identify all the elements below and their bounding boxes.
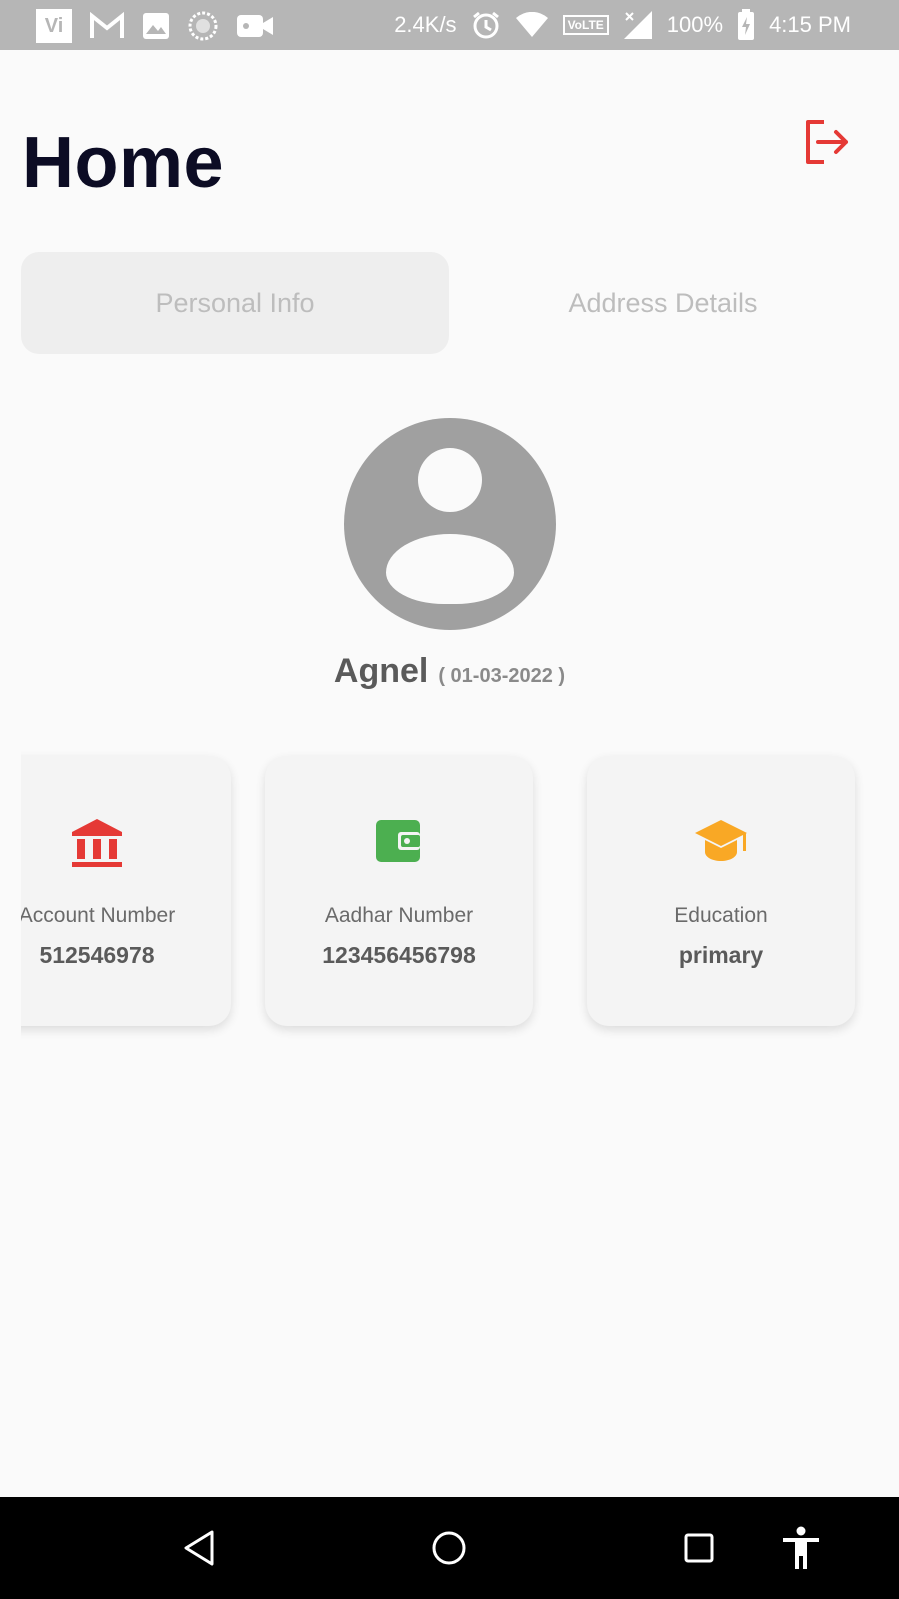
battery-charging-icon xyxy=(737,9,755,41)
gmail-icon xyxy=(90,12,124,40)
status-bar: Vi 2.4K/s VoLTE 100% 4:15 PM xyxy=(0,0,899,50)
tab-label: Personal Info xyxy=(155,287,315,318)
video-icon xyxy=(236,13,274,39)
wifi-icon xyxy=(515,12,549,38)
tab-label: Address Details xyxy=(568,287,758,318)
back-button[interactable] xyxy=(176,1525,222,1571)
recents-button[interactable] xyxy=(676,1525,722,1571)
account-number-card[interactable]: Account Number 512546978 xyxy=(21,756,231,1026)
profile-dob: ( 01-03-2022 ) xyxy=(438,665,566,687)
education-card[interactable]: Education primary xyxy=(587,756,855,1026)
profile-name-row: Agnel ( 01-03-2022 ) xyxy=(0,652,899,691)
page-title: Home xyxy=(22,123,225,203)
accessibility-button[interactable] xyxy=(778,1525,824,1571)
card-label: Aadhar Number xyxy=(324,904,474,927)
bank-icon xyxy=(21,816,231,870)
aadhar-number-card[interactable]: Aadhar Number 123456456798 xyxy=(265,756,533,1026)
home-circle-icon xyxy=(432,1531,466,1565)
logout-button[interactable] xyxy=(802,118,850,166)
tab-personal-info[interactable]: Personal Info xyxy=(21,252,449,354)
accessibility-icon xyxy=(783,1526,819,1569)
logout-icon xyxy=(806,120,848,164)
home-button[interactable] xyxy=(426,1525,472,1571)
avatar xyxy=(344,418,556,630)
wallet-icon xyxy=(265,816,533,866)
profile-name: Agnel xyxy=(333,652,429,690)
avatar-head xyxy=(418,448,482,512)
avatar-body xyxy=(386,534,514,604)
card-value: 123456456798 xyxy=(322,942,476,968)
card-value: primary xyxy=(678,942,764,968)
card-label: Education xyxy=(674,904,768,927)
info-cards-carousel[interactable]: Account Number 512546978 Aadhar Number 1… xyxy=(21,740,899,1040)
tab-address-details[interactable]: Address Details xyxy=(449,252,877,354)
sync-icon xyxy=(188,11,218,41)
net-speed: 2.4K/s xyxy=(394,12,457,37)
navigation-bar xyxy=(0,1497,899,1599)
clock: 4:15 PM xyxy=(769,12,851,37)
graduation-cap-icon xyxy=(587,816,855,866)
carrier-logo: Vi xyxy=(36,9,72,43)
card-label: Account Number xyxy=(21,904,176,927)
signal-icon xyxy=(623,10,653,40)
recents-square-icon xyxy=(684,1533,714,1563)
volte-badge: VoLTE xyxy=(562,15,609,35)
image-icon xyxy=(142,12,170,40)
back-icon xyxy=(184,1530,214,1566)
card-value: 512546978 xyxy=(39,942,155,968)
alarm-icon xyxy=(471,10,501,40)
battery-percent: 100% xyxy=(666,12,724,37)
